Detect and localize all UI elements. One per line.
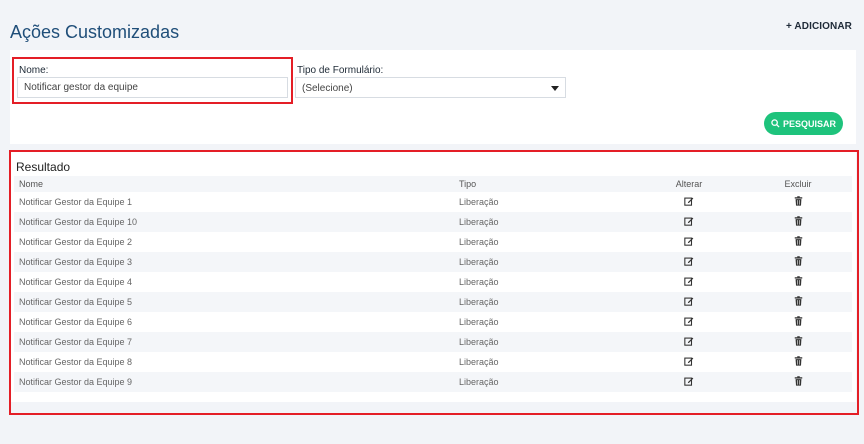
table-row: Notificar Gestor da Equipe 3 Liberação — [14, 252, 852, 272]
edit-icon[interactable] — [684, 356, 694, 368]
edit-icon[interactable] — [684, 256, 694, 268]
table-row: Notificar Gestor da Equipe 1 Liberação — [14, 192, 852, 212]
row-nome: Notificar Gestor da Equipe 3 — [14, 252, 454, 272]
table-row: Notificar Gestor da Equipe 6 Liberação — [14, 312, 852, 332]
tipo-formulario-label: Tipo de Formulário: — [297, 65, 384, 76]
trash-icon[interactable] — [794, 376, 803, 388]
search-button[interactable]: PESQUISAR — [764, 112, 843, 135]
table-row: Notificar Gestor da Equipe 5 Liberação — [14, 292, 852, 312]
tipo-formulario-select[interactable]: (Selecione) — [295, 77, 566, 98]
trash-icon[interactable] — [794, 336, 803, 348]
row-tipo: Liberação — [459, 197, 499, 207]
page-title: Ações Customizadas — [10, 22, 180, 42]
edit-icon[interactable] — [684, 316, 694, 328]
row-nome: Notificar Gestor da Equipe 10 — [14, 212, 454, 232]
trash-icon[interactable] — [794, 256, 803, 268]
row-nome: Notificar Gestor da Equipe 4 — [19, 277, 133, 287]
row-tipo: Liberação — [459, 237, 499, 247]
trash-icon[interactable] — [794, 196, 803, 208]
edit-icon[interactable] — [684, 336, 694, 348]
trash-icon[interactable] — [794, 316, 803, 328]
search-icon — [771, 119, 780, 128]
row-nome: Notificar Gestor da Equipe 7 — [14, 332, 454, 352]
table-row: Notificar Gestor da Equipe 9 Liberação — [14, 372, 852, 392]
trash-icon[interactable] — [794, 236, 803, 248]
search-button-label: PESQUISAR — [782, 118, 836, 129]
row-tipo: Liberação — [454, 292, 634, 312]
column-header-alterar: Alterar — [634, 176, 744, 192]
table-row: Notificar Gestor da Equipe 8 Liberação — [14, 352, 852, 372]
table-row: Notificar Gestor da Equipe 2 Liberação — [14, 232, 852, 252]
filter-panel: Nome: Tipo de Formulário: (Selecione) PE… — [10, 50, 856, 144]
row-tipo: Liberação — [459, 317, 499, 327]
edit-icon[interactable] — [684, 196, 694, 208]
row-nome: Notificar Gestor da Equipe 2 — [19, 237, 133, 247]
nome-input[interactable] — [17, 77, 288, 98]
row-tipo: Liberação — [459, 277, 499, 287]
results-panel: Resultado Nome Tipo Alterar Excluir Noti… — [10, 152, 856, 402]
trash-icon[interactable] — [794, 356, 803, 368]
row-tipo: Liberação — [454, 252, 634, 272]
row-nome: Notificar Gestor da Equipe 9 — [14, 372, 454, 392]
results-title: Resultado — [16, 160, 71, 174]
nome-label: Nome: — [19, 65, 49, 76]
trash-icon[interactable] — [794, 296, 803, 308]
edit-icon[interactable] — [684, 216, 694, 228]
row-nome: Notificar Gestor da Equipe 5 — [14, 292, 454, 312]
table-row: Notificar Gestor da Equipe 10 Liberação — [14, 212, 852, 232]
edit-icon[interactable] — [684, 296, 694, 308]
edit-icon[interactable] — [684, 376, 694, 388]
add-button[interactable]: + ADICIONAR — [786, 21, 852, 32]
edit-icon[interactable] — [684, 276, 694, 288]
row-nome: Notificar Gestor da Equipe 6 — [19, 317, 133, 327]
row-nome: Notificar Gestor da Equipe 8 — [19, 357, 133, 367]
row-tipo: Liberação — [454, 372, 634, 392]
column-header-tipo: Tipo — [454, 176, 634, 192]
caret-down-icon — [551, 86, 559, 91]
column-header-excluir: Excluir — [744, 176, 852, 192]
table-row: Notificar Gestor da Equipe 7 Liberação — [14, 332, 852, 352]
edit-icon[interactable] — [684, 236, 694, 248]
column-header-nome: Nome — [14, 176, 454, 192]
trash-icon[interactable] — [794, 216, 803, 228]
table-row: Notificar Gestor da Equipe 4 Liberação — [14, 272, 852, 292]
table-header-row: Nome Tipo Alterar Excluir — [14, 176, 852, 192]
row-tipo: Liberação — [459, 357, 499, 367]
row-tipo: Liberação — [454, 212, 634, 232]
row-tipo: Liberação — [454, 332, 634, 352]
tipo-formulario-selected: (Selecione) — [302, 83, 353, 94]
row-nome: Notificar Gestor da Equipe 1 — [19, 197, 133, 207]
trash-icon[interactable] — [794, 276, 803, 288]
results-table: Nome Tipo Alterar Excluir Notificar Gest… — [14, 176, 852, 392]
